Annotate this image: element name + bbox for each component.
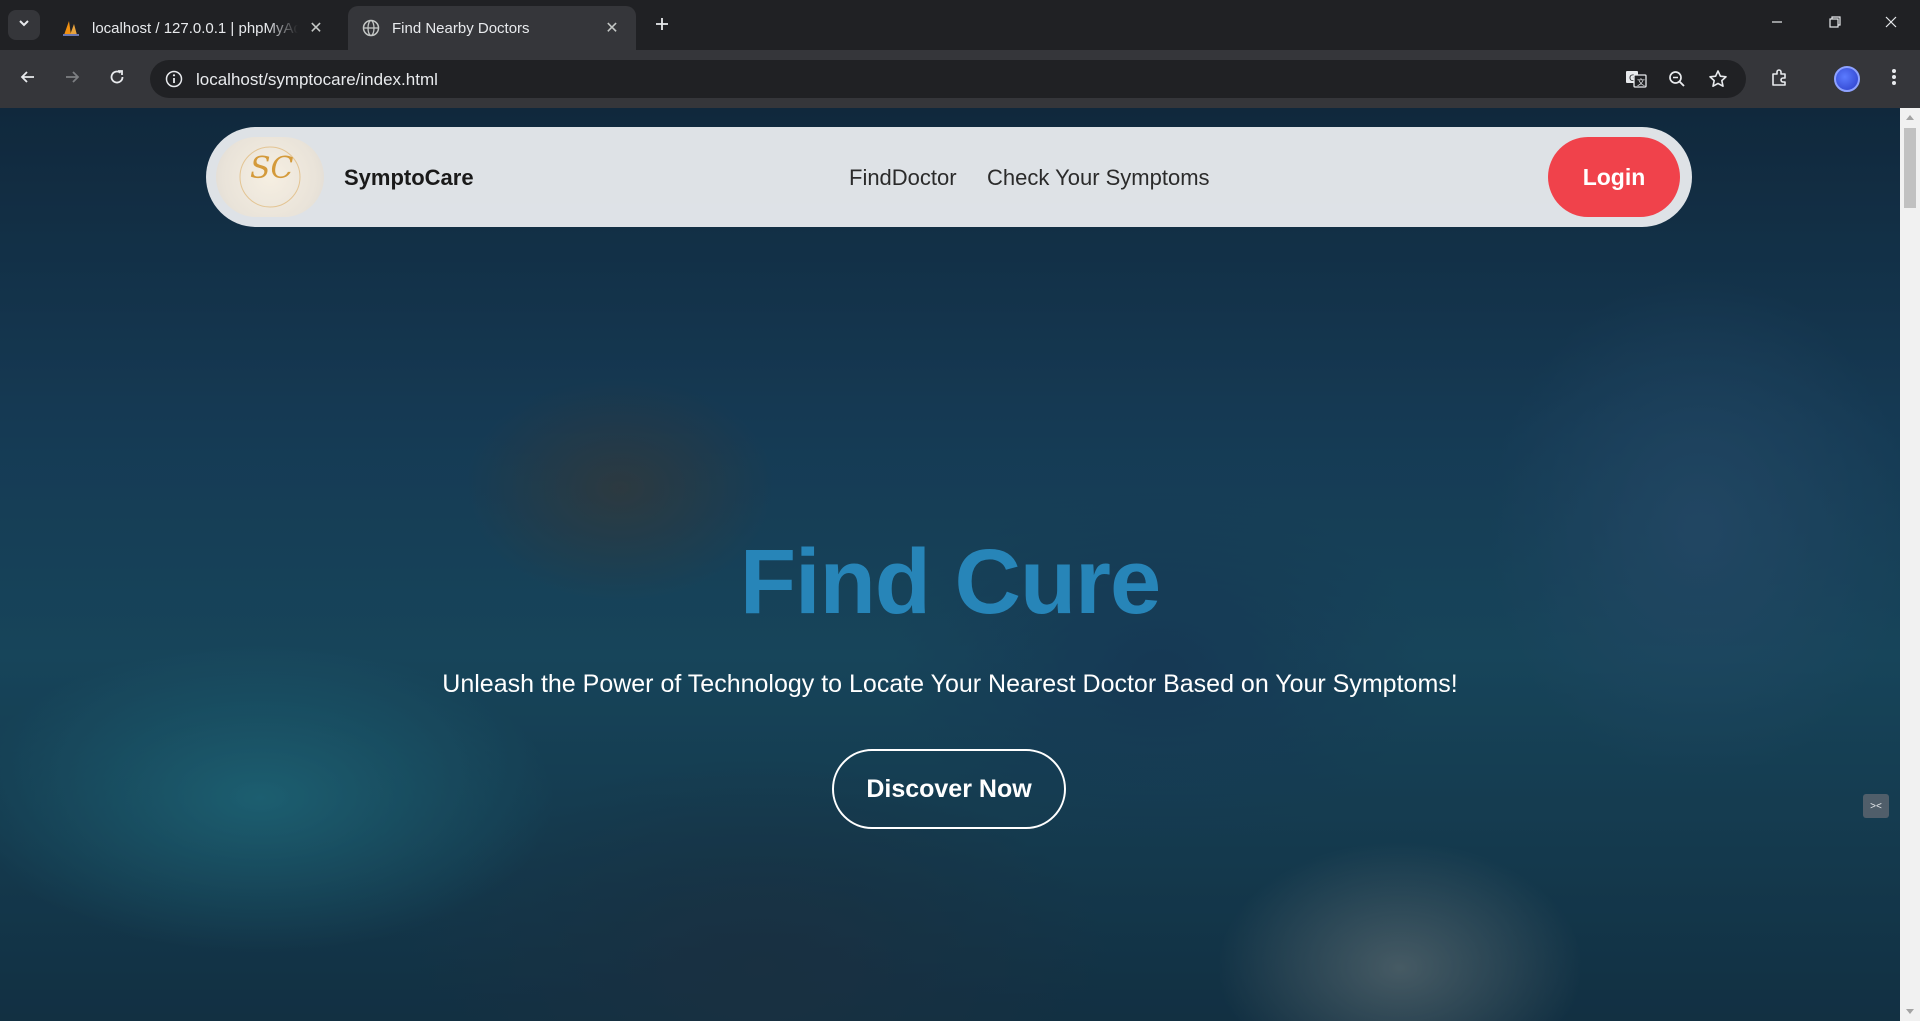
back-button[interactable] bbox=[12, 63, 44, 95]
site-info-icon[interactable] bbox=[162, 67, 186, 91]
globe-icon bbox=[362, 19, 380, 37]
forward-button[interactable] bbox=[56, 63, 88, 95]
arrow-right-icon bbox=[63, 68, 81, 91]
svg-text:文: 文 bbox=[1637, 77, 1645, 87]
scroll-down-icon[interactable] bbox=[1900, 1003, 1920, 1021]
chevron-down-icon bbox=[17, 16, 31, 35]
site-logo[interactable]: SC bbox=[216, 137, 324, 217]
close-icon[interactable]: ✕ bbox=[602, 18, 622, 38]
site-navbar: SC SymptoCare FindDoctor Check Your Symp… bbox=[206, 127, 1692, 227]
page-viewport: SC SymptoCare FindDoctor Check Your Symp… bbox=[0, 108, 1900, 1021]
translate-icon[interactable]: G文 bbox=[1624, 67, 1648, 91]
nav-link-find-doctor[interactable]: FindDoctor bbox=[849, 165, 957, 191]
restore-button[interactable] bbox=[1806, 0, 1864, 48]
close-window-button[interactable] bbox=[1862, 0, 1920, 48]
extensions-button[interactable] bbox=[1764, 63, 1796, 95]
arrow-left-icon bbox=[19, 68, 37, 91]
tab-find-nearby-doctors[interactable]: Find Nearby Doctors ✕ bbox=[348, 6, 636, 50]
plus-icon bbox=[654, 16, 670, 37]
menu-button[interactable] bbox=[1878, 63, 1910, 95]
nav-link-check-symptoms[interactable]: Check Your Symptoms bbox=[987, 165, 1210, 191]
puzzle-icon bbox=[1770, 67, 1790, 92]
bookmark-star-icon[interactable] bbox=[1706, 67, 1730, 91]
tab-phpmyadmin[interactable]: localhost / 127.0.0.1 | phpMyAdmin ✕ bbox=[48, 6, 340, 50]
login-button[interactable]: Login bbox=[1548, 137, 1680, 217]
tab-search-button[interactable] bbox=[8, 10, 40, 40]
minimize-icon bbox=[1770, 15, 1784, 34]
hero-title: Find Cure bbox=[739, 531, 1161, 633]
profile-avatar[interactable] bbox=[1834, 66, 1860, 92]
minimize-button[interactable] bbox=[1748, 0, 1806, 48]
tab-strip: localhost / 127.0.0.1 | phpMyAdmin ✕ Fin… bbox=[0, 0, 1920, 50]
logo-mark-icon: SC bbox=[239, 146, 301, 208]
restore-icon bbox=[1828, 15, 1842, 34]
close-icon bbox=[1884, 15, 1898, 34]
reload-icon bbox=[108, 68, 126, 91]
phpmyadmin-sail-icon bbox=[62, 19, 80, 37]
svg-text:SC: SC bbox=[250, 151, 294, 186]
close-icon[interactable]: ✕ bbox=[306, 18, 326, 38]
new-tab-button[interactable] bbox=[648, 12, 676, 40]
hero-subtitle: Unleash the Power of Technology to Locat… bbox=[442, 670, 1458, 698]
scroll-up-icon[interactable] bbox=[1900, 108, 1920, 126]
tab-title: localhost / 127.0.0.1 | phpMyAdmin bbox=[92, 19, 298, 37]
kebab-menu-icon bbox=[1891, 67, 1897, 92]
address-bar[interactable]: localhost/symptocare/index.html G文 bbox=[150, 60, 1746, 98]
brand-name[interactable]: SymptoCare bbox=[344, 165, 474, 191]
discover-now-button[interactable]: Discover Now bbox=[832, 749, 1066, 829]
reload-button[interactable] bbox=[101, 63, 133, 95]
zoom-icon[interactable] bbox=[1665, 67, 1689, 91]
tab-title: Find Nearby Doctors bbox=[392, 19, 530, 37]
page-scrollbar[interactable] bbox=[1900, 108, 1920, 1021]
side-widget-toggle[interactable]: >< bbox=[1863, 794, 1889, 818]
url-text[interactable]: localhost/symptocare/index.html bbox=[196, 70, 438, 90]
scroll-thumb[interactable] bbox=[1904, 128, 1916, 208]
